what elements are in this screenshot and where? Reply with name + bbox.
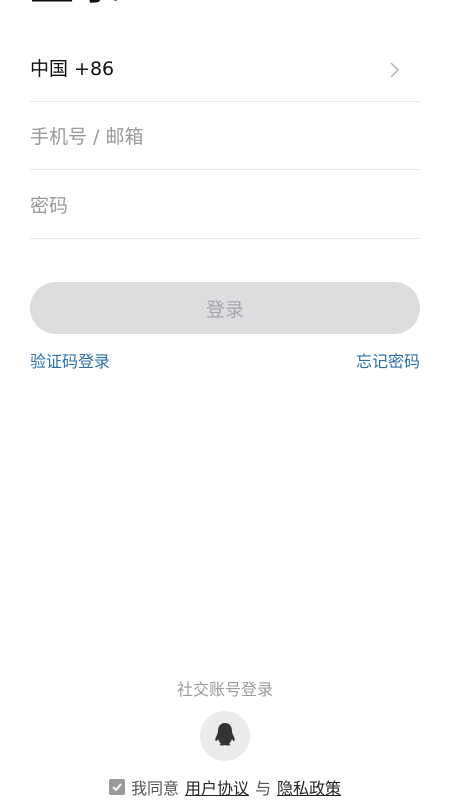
- phone-email-placeholder: 手机号 / 邮箱: [30, 125, 144, 148]
- qq-login-button[interactable]: [200, 711, 250, 761]
- user-agreement-link[interactable]: 用户协议: [185, 775, 249, 799]
- forgot-password-link[interactable]: 忘记密码: [356, 348, 420, 372]
- password-placeholder: 密码: [30, 194, 69, 217]
- page-title: 登录: [30, 0, 122, 6]
- login-button[interactable]: 登录: [30, 282, 420, 334]
- agreement-prefix: 我同意: [130, 779, 179, 798]
- sms-login-link[interactable]: 验证码登录: [30, 348, 110, 372]
- social-login-label: 社交账号登录: [176, 680, 273, 699]
- password-field[interactable]: 密码: [30, 170, 420, 239]
- qq-penguin-icon: [214, 722, 236, 750]
- privacy-policy-link[interactable]: 隐私政策: [277, 775, 341, 799]
- check-icon: [112, 783, 122, 792]
- agreement-row: 我同意 用户协议 与 隐私政策: [0, 775, 450, 799]
- country-code-value: 中国 +86: [30, 57, 115, 80]
- auth-links: 验证码登录 忘记密码: [30, 345, 420, 375]
- agreement-conjunction: 与: [255, 779, 272, 798]
- country-code-selector[interactable]: 中国 +86: [30, 33, 420, 102]
- phone-email-field[interactable]: 手机号 / 邮箱: [30, 101, 420, 170]
- chevron-right-icon: [390, 62, 400, 78]
- agreement-checkbox[interactable]: [108, 779, 125, 795]
- login-page: 登录 中国 +86 手机号 / 邮箱 密码 登录 验证码登录 忘记密码 社交账号…: [0, 0, 450, 800]
